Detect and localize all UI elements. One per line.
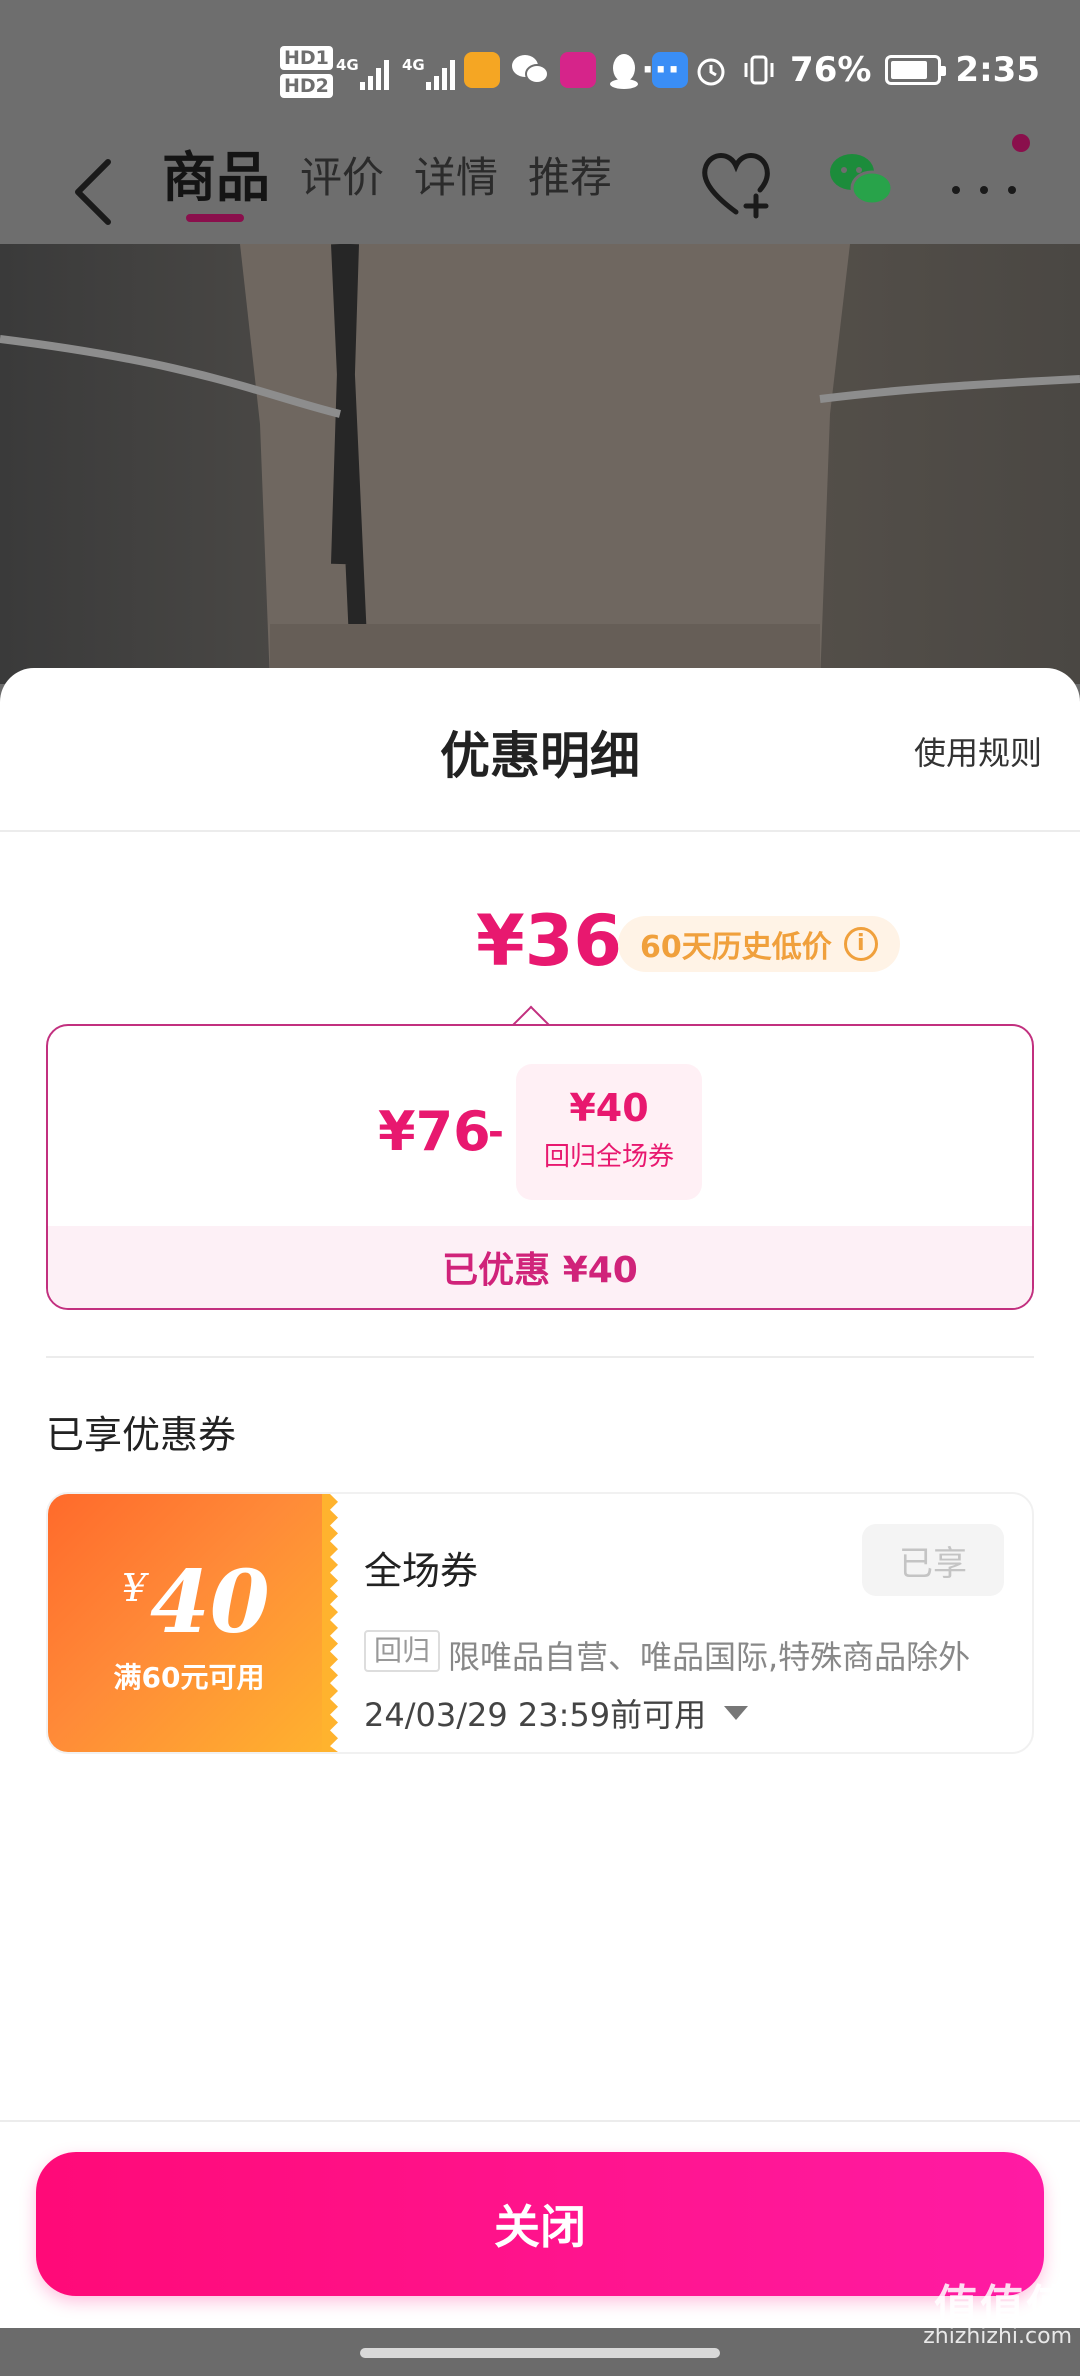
- close-button[interactable]: 关闭: [36, 2152, 1044, 2296]
- coupon-expire-toggle[interactable]: 24/03/29 23:59前可用: [364, 1690, 749, 1736]
- divider: [46, 1356, 1034, 1358]
- price-breakdown: ¥76 - ¥40 回归全场券 已优惠 ¥40: [46, 1024, 1034, 1310]
- coupon-deduction-name: 回归全场券: [543, 1142, 674, 1172]
- alarm-icon: [697, 58, 725, 86]
- coupon-deduction-amount: ¥40: [569, 1086, 649, 1130]
- home-gesture-bar[interactable]: [360, 2348, 720, 2358]
- wechat-icon[interactable]: [826, 150, 896, 210]
- network-label-2: 4G: [402, 56, 425, 74]
- wechat-icon: [512, 55, 549, 84]
- watermark-logo: 值值值: [934, 2281, 1072, 2332]
- watermark: 值值值 zhizhizhi.com: [923, 2281, 1072, 2352]
- status-right: ··· 76% 2:35: [641, 50, 1040, 90]
- coupon-expire-text: 24/03/29 23:59前可用: [364, 1696, 707, 1734]
- coupon-value-panel: ¥ 40 满60元可用: [48, 1494, 330, 1752]
- hd-label-1: HD1: [280, 46, 333, 70]
- vibrate-icon: [744, 55, 774, 85]
- tab-details[interactable]: 详情: [414, 150, 498, 226]
- coupon-serration: [322, 1494, 338, 1752]
- more-icon[interactable]: [944, 170, 1024, 210]
- coupon-scope: 限唯品自营、唯品国际,特殊商品除外: [448, 1638, 971, 1676]
- nav-tabs: 商品 评价 详情 推荐: [162, 150, 612, 226]
- coupons-section-title: 已享优惠券: [46, 1413, 237, 1457]
- product-image: [0, 244, 1080, 684]
- status-bar: HD1 HD2 4G 4G ··· 76% 2:35: [0, 0, 1080, 140]
- coupon-deduction: ¥40 回归全场券: [516, 1064, 702, 1200]
- final-price: ¥36: [476, 900, 623, 982]
- app-icon: [464, 52, 500, 88]
- back-icon[interactable]: [66, 152, 126, 232]
- hd-indicator: HD1 HD2: [280, 46, 333, 102]
- history-low-label: 60天历史低价: [640, 930, 832, 965]
- coupon-amount: 40: [150, 1552, 270, 1653]
- product-photo: [0, 244, 1080, 684]
- divider: [0, 2120, 1080, 2122]
- history-low-badge[interactable]: 60天历史低价 i: [618, 916, 900, 972]
- coupon-tag: 回归: [364, 1630, 441, 1672]
- tab-product[interactable]: 商品: [162, 150, 270, 226]
- info-icon: i: [843, 927, 878, 961]
- original-price: ¥76: [378, 1100, 491, 1163]
- coupon-card[interactable]: ¥ 40 满60元可用 全场券 已享 回归 限唯品自营、唯品国际,特殊商品除外 …: [46, 1492, 1034, 1754]
- app-icon: [560, 52, 596, 88]
- heart-plus-icon[interactable]: [696, 146, 776, 222]
- more-notifications: ···: [641, 50, 681, 90]
- gesture-area: [0, 2328, 1080, 2376]
- battery-icon: [885, 55, 947, 85]
- tab-reviews[interactable]: 评价: [300, 150, 384, 226]
- clock: 2:35: [955, 50, 1040, 90]
- coupon-name: 全场券: [364, 1549, 479, 1593]
- usage-rules-link[interactable]: 使用规则: [914, 728, 1042, 774]
- qq-icon: [610, 54, 638, 89]
- battery-percent: 76%: [790, 50, 872, 90]
- network-label-1: 4G: [336, 56, 359, 74]
- top-nav: 商品 评价 详情 推荐: [0, 140, 1080, 244]
- minus-sign: -: [488, 1110, 504, 1154]
- hd-label-2: HD2: [280, 74, 333, 98]
- signal-icon: 4G: [336, 56, 389, 90]
- coupon-condition: 满60元可用: [113, 1661, 265, 1694]
- coupon-state-badge: 已享: [862, 1524, 1004, 1596]
- discount-sheet: 优惠明细 使用规则 ¥36 60天历史低价 i ¥76 - ¥40 回归全场券 …: [0, 668, 1080, 2328]
- screen: HD1 HD2 4G 4G ··· 76% 2:35 商品 评价 详情 推荐 优…: [0, 0, 1080, 2376]
- tab-recommend[interactable]: 推荐: [528, 150, 612, 226]
- saved-total: 已优惠 ¥40: [48, 1226, 1032, 1308]
- chevron-down-icon: [724, 1706, 749, 1720]
- coupon-currency: ¥: [122, 1566, 147, 1610]
- signal-icon: 4G: [402, 56, 455, 90]
- notification-dot: [1012, 134, 1030, 152]
- watermark-url: zhizhizhi.com: [923, 2324, 1072, 2349]
- divider: [0, 830, 1080, 832]
